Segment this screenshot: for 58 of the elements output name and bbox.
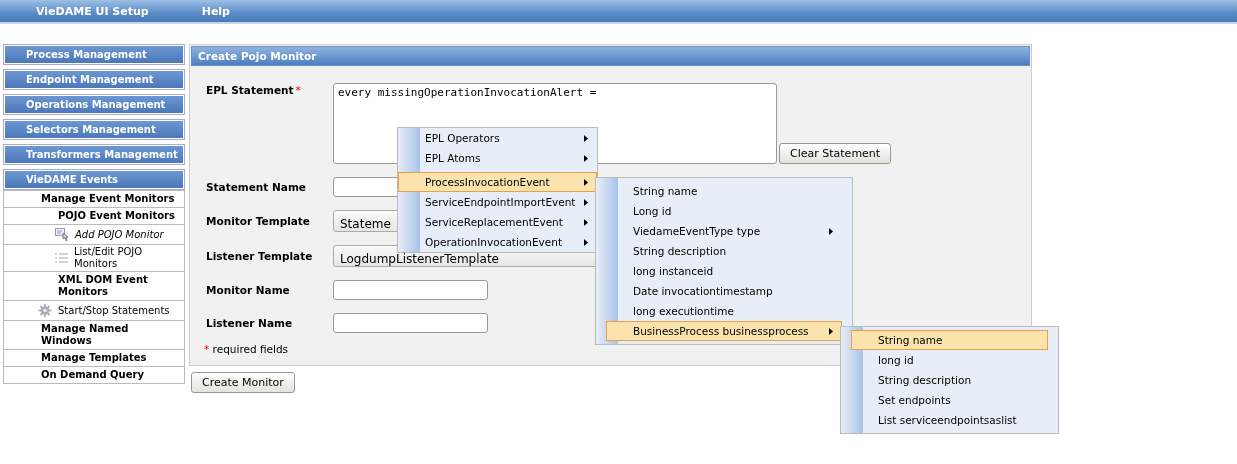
create-monitor-button[interactable]: Create Monitor [191,372,295,393]
add-page-icon [55,228,69,241]
nav-item[interactable]: Manage Templates [4,349,184,366]
field-label: EPL Statement [206,84,294,96]
submenu-arrow-icon [584,238,588,246]
nav-item[interactable]: POJO Event Monitors [4,207,184,224]
nav-link[interactable]: List/Edit POJO Monitors [4,244,184,271]
menu-item[interactable]: String name [851,330,1048,350]
sidebar-section-header[interactable]: Transformers Management [3,144,185,165]
required-mark: * [204,343,210,355]
menu-item[interactable]: long executiontime [606,301,842,321]
menu-item[interactable]: ProcessInvocationEvent [398,172,597,192]
required-mark: * [295,84,301,96]
nav-item[interactable]: Manage Event Monitors [4,190,184,207]
menu-item[interactable]: String description [606,241,842,261]
sidebar-section-header[interactable]: VieDAME Events [3,169,185,190]
list-icon [55,252,68,264]
menu-item[interactable]: OperationInvocationEvent [398,232,597,252]
required-note: required fields [212,343,289,355]
menu-item[interactable]: Set endpoints [851,390,1048,410]
submenu-arrow-icon [584,178,588,186]
input-field[interactable] [333,313,488,333]
menu-item[interactable]: long id [851,350,1048,370]
submenu-arrow-icon [584,134,588,142]
menu-item[interactable]: String name [606,181,842,201]
menu-item[interactable]: String description [851,370,1048,390]
field-label: Statement Name [206,181,306,193]
field-label: Monitor Name [206,284,290,296]
nav-item[interactable]: Manage Named Windows [4,320,184,349]
clear-statement-button[interactable]: Clear Statement [779,143,892,164]
nav-item[interactable]: On Demand Query [4,366,184,383]
menu-item[interactable]: Long id [606,201,842,221]
nav-link[interactable]: Start/Stop Statements [4,300,184,320]
field-label: Monitor Template [206,215,310,227]
menu-item[interactable]: ServiceReplacementEvent [398,212,597,232]
sidebar-section-header[interactable]: Process Management [3,44,185,65]
submenu-arrow-icon [584,198,588,206]
menu-item[interactable]: ViedameEventType type [606,221,842,241]
nav-item[interactable]: XML DOM Event Monitors [4,271,184,300]
nav-link[interactable]: Add POJO Monitor [4,224,184,244]
gear-icon [38,303,52,318]
menu-item[interactable]: BusinessProcess businessprocess [606,321,842,341]
menu-item[interactable]: long instanceid [606,261,842,281]
panel-title: Create Pojo Monitor [191,46,1030,66]
menu-item[interactable]: ServiceEndpointImportEvent [398,192,597,212]
sidebar-section-header[interactable]: Selectors Management [3,119,185,140]
submenu-arrow-icon [584,218,588,226]
field-label: Listener Name [206,317,293,329]
input-field[interactable] [333,280,488,300]
field-label: Listener Template [206,250,313,262]
sidebar-section-header[interactable]: Operations Management [3,94,185,115]
menu-item[interactable]: Date invocationtimestamp [606,281,842,301]
submenu-arrow-icon [584,154,588,162]
menu-item[interactable]: EPL Operators [398,128,597,148]
sidebar-section-header[interactable]: Endpoint Management [3,69,185,90]
submenu-arrow-icon [829,327,833,335]
menu-item[interactable]: List serviceendpointsaslist [851,410,1048,430]
submenu-arrow-icon [829,227,833,235]
